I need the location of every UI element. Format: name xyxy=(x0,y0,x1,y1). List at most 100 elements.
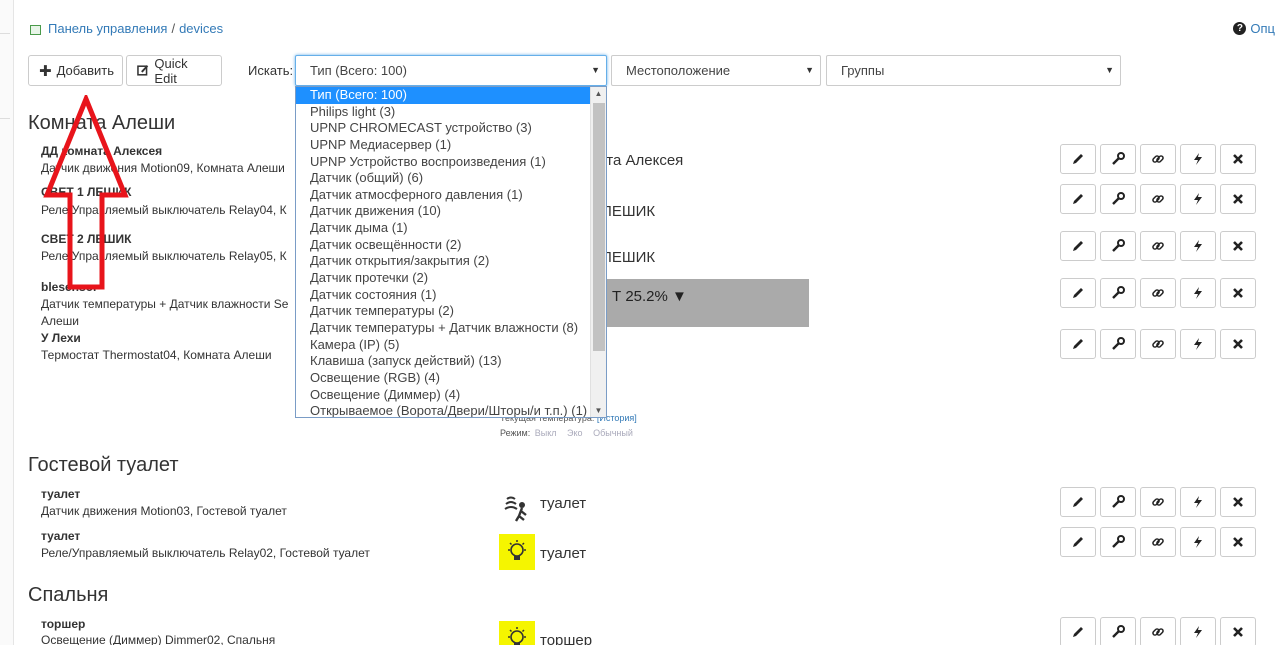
device-name[interactable]: У Лехи xyxy=(41,331,81,345)
scroll-down-icon[interactable]: ▼ xyxy=(591,406,606,415)
pencil-icon xyxy=(1071,192,1085,206)
add-button[interactable]: ✚ Добавить xyxy=(28,55,123,86)
bolt-icon xyxy=(1192,625,1204,639)
link-button[interactable] xyxy=(1140,487,1176,517)
dropdown-option[interactable]: Датчик освещённости (2) xyxy=(296,237,606,254)
dropdown-option[interactable]: Освещение (Диммер) (4) xyxy=(296,387,606,404)
location-filter-select[interactable]: Местоположение ▼ xyxy=(611,55,821,86)
groups-filter-select[interactable]: Группы ▼ xyxy=(826,55,1121,86)
delete-button[interactable] xyxy=(1220,617,1256,645)
dropdown-option[interactable]: Датчик открытия/закрытия (2) xyxy=(296,253,606,270)
dropdown-option[interactable]: Камера (IP) (5) xyxy=(296,337,606,354)
dropdown-option[interactable]: Датчик температуры (2) xyxy=(296,303,606,320)
dropdown-option[interactable]: Освещение (RGB) (4) xyxy=(296,370,606,387)
action-button[interactable] xyxy=(1180,527,1216,557)
motion-sensor-icon xyxy=(499,490,535,526)
room-title: Спальня xyxy=(28,584,109,606)
type-filter-select[interactable]: Тип (Всего: 100) ▼ xyxy=(295,55,607,86)
dropdown-option[interactable]: UPNP Устройство воспроизведения (1) xyxy=(296,154,606,171)
dropdown-option[interactable]: Датчик состояния (1) xyxy=(296,287,606,304)
delete-button[interactable] xyxy=(1220,144,1256,174)
dropdown-option[interactable]: Открываемое (Ворота/Двери/Шторы/и т.п.) … xyxy=(296,403,606,417)
action-button[interactable] xyxy=(1180,278,1216,308)
edit-button[interactable] xyxy=(1060,184,1096,214)
device-actions xyxy=(1060,487,1256,517)
settings-button[interactable] xyxy=(1100,144,1136,174)
settings-button[interactable] xyxy=(1100,231,1136,261)
monitor-icon xyxy=(30,24,41,35)
edit-button[interactable] xyxy=(1060,231,1096,261)
link-button[interactable] xyxy=(1140,329,1176,359)
delete-button[interactable] xyxy=(1220,231,1256,261)
dropdown-option[interactable]: Датчик (общий) (6) xyxy=(296,170,606,187)
device-name[interactable]: торшер xyxy=(41,617,85,631)
dropdown-scrollbar[interactable]: ▲ ▼ xyxy=(590,87,606,417)
action-button[interactable] xyxy=(1180,144,1216,174)
lightbulb-icon[interactable] xyxy=(499,621,535,645)
dropdown-option[interactable]: Датчик движения (10) xyxy=(296,203,606,220)
close-icon xyxy=(1232,240,1244,252)
delete-button[interactable] xyxy=(1220,487,1256,517)
breadcrumb-current-link[interactable]: devices xyxy=(179,21,223,36)
dropdown-option[interactable]: Тип (Всего: 100) xyxy=(296,87,606,104)
settings-button[interactable] xyxy=(1100,487,1136,517)
delete-button[interactable] xyxy=(1220,527,1256,557)
delete-button[interactable] xyxy=(1220,329,1256,359)
dropdown-option[interactable]: Датчик температуры + Датчик влажности (8… xyxy=(296,320,606,337)
delete-button[interactable] xyxy=(1220,278,1256,308)
device-description: Датчик температуры + Датчик влажности Se xyxy=(41,297,289,311)
action-button[interactable] xyxy=(1180,231,1216,261)
close-icon xyxy=(1232,287,1244,299)
lightbulb-icon[interactable] xyxy=(499,534,535,570)
action-button[interactable] xyxy=(1180,184,1216,214)
edit-button[interactable] xyxy=(1060,617,1096,645)
device-name[interactable]: туалет xyxy=(41,529,80,543)
dropdown-option[interactable]: Philips light (3) xyxy=(296,104,606,121)
dropdown-option[interactable]: Клавиша (запуск действий) (13) xyxy=(296,353,606,370)
link-icon xyxy=(1151,239,1165,253)
help-options-link[interactable]: ? Опц xyxy=(1233,21,1275,36)
settings-button[interactable] xyxy=(1100,184,1136,214)
pencil-icon xyxy=(1071,535,1085,549)
wrench-icon xyxy=(1111,239,1125,253)
action-button[interactable] xyxy=(1180,617,1216,645)
dropdown-option[interactable]: Датчик атмосферного давления (1) xyxy=(296,187,606,204)
edit-button[interactable] xyxy=(1060,487,1096,517)
groups-filter-value: Группы xyxy=(841,63,885,78)
settings-button[interactable] xyxy=(1100,329,1136,359)
link-button[interactable] xyxy=(1140,617,1176,645)
mode-off-link[interactable]: Выкл xyxy=(535,428,557,438)
thermostat-mode-info: Режим: Выкл Эко Обычный xyxy=(500,428,633,438)
dropdown-option[interactable]: Датчик протечки (2) xyxy=(296,270,606,287)
settings-button[interactable] xyxy=(1100,278,1136,308)
edit-icon xyxy=(137,65,149,76)
link-button[interactable] xyxy=(1140,184,1176,214)
quick-edit-button[interactable]: Quick Edit xyxy=(126,55,222,86)
settings-button[interactable] xyxy=(1100,527,1136,557)
scroll-up-icon[interactable]: ▲ xyxy=(591,89,606,98)
device-actions xyxy=(1060,184,1256,214)
mode-eco-link[interactable]: Эко xyxy=(567,428,583,438)
action-button[interactable] xyxy=(1180,329,1216,359)
device-name[interactable]: туалет xyxy=(41,487,80,501)
link-button[interactable] xyxy=(1140,144,1176,174)
delete-button[interactable] xyxy=(1220,184,1256,214)
edit-button[interactable] xyxy=(1060,144,1096,174)
edit-button[interactable] xyxy=(1060,329,1096,359)
link-button[interactable] xyxy=(1140,527,1176,557)
breadcrumb-root-link[interactable]: Панель управления xyxy=(48,21,167,36)
link-button[interactable] xyxy=(1140,278,1176,308)
mode-normal-link[interactable]: Обычный xyxy=(593,428,633,438)
edit-button[interactable] xyxy=(1060,527,1096,557)
edit-button[interactable] xyxy=(1060,278,1096,308)
device-status: ЛЕШИК xyxy=(602,203,656,220)
plus-icon: ✚ xyxy=(39,62,52,80)
dropdown-option[interactable]: UPNP CHROMECAST устройство (3) xyxy=(296,120,606,137)
dropdown-option[interactable]: Датчик дыма (1) xyxy=(296,220,606,237)
scrollbar-thumb[interactable] xyxy=(593,103,605,351)
settings-button[interactable] xyxy=(1100,617,1136,645)
dropdown-option[interactable]: UPNP Медиасервер (1) xyxy=(296,137,606,154)
help-options-label: Опц xyxy=(1250,21,1275,36)
action-button[interactable] xyxy=(1180,487,1216,517)
link-button[interactable] xyxy=(1140,231,1176,261)
